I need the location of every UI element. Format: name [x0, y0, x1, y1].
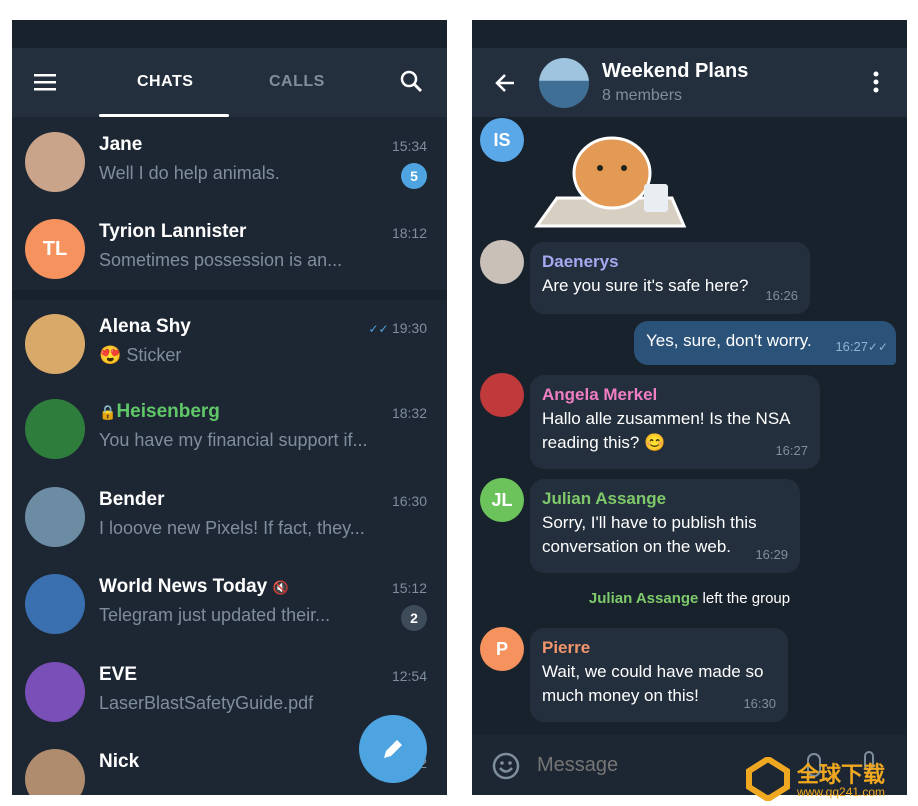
message-bubble[interactable]: Angela Merkel Hallo alle zusammen! Is th…	[530, 375, 820, 469]
avatar-angela-merkel[interactable]	[480, 373, 524, 417]
chat-name: EVE	[99, 664, 138, 685]
tab-chats[interactable]: CHATS	[137, 73, 193, 91]
chat-row[interactable]: Jane Well I do help animals. 15:34 5	[12, 118, 447, 205]
chat-preview: 😍 Sticker	[99, 345, 182, 365]
compose-button[interactable]	[359, 715, 427, 783]
chat-row[interactable]: World News Today 🔇 Telegram just updated …	[12, 560, 447, 647]
outgoing-message-bubble[interactable]: Yes, sure, don't worry. 16:27 ✓✓	[634, 321, 896, 365]
message-bubble[interactable]: Daenerys Are you sure it's safe here? 16…	[530, 242, 810, 314]
avatar-pierre[interactable]: P	[480, 627, 524, 671]
chat-time: 15:12	[391, 580, 427, 596]
chat-name: 🔒Heisenberg	[99, 401, 220, 422]
chat-row[interactable]: TL Tyrion Lannister Sometimes possession i…	[12, 205, 447, 292]
avatar	[25, 487, 85, 547]
tab-calls[interactable]: CALLS	[269, 73, 325, 91]
chat-preview: Well I do help animals.	[99, 163, 280, 183]
emoji-icon[interactable]	[492, 752, 520, 780]
watermark-logo: 全球下载 www.qq241.com	[745, 755, 915, 803]
back-arrow-icon[interactable]	[494, 72, 518, 94]
chat-header: Weekend Plans 8 members	[472, 48, 907, 117]
shiba-dog-sticker[interactable]	[532, 118, 687, 230]
chat-time: 18:12	[391, 225, 427, 241]
muted-icon: 🔇	[272, 580, 289, 595]
chat-time: 15:34	[391, 138, 427, 154]
avatar-daenerys[interactable]	[480, 240, 524, 284]
chat-preview: Telegram just updated their...	[99, 605, 331, 625]
member-count: 8 members	[602, 87, 683, 104]
avatar	[25, 399, 85, 459]
chat-name: Nick	[99, 751, 140, 772]
chat-time: 18:32	[391, 405, 427, 421]
chat-preview: I looove new Pixels! If fact, they...	[99, 518, 365, 538]
avatar	[25, 574, 85, 634]
group-avatar[interactable]	[539, 58, 589, 108]
chat-time: 16:30	[391, 493, 427, 509]
section-divider	[12, 290, 447, 300]
message-bubble[interactable]: Julian Assange Sorry, I'll have to publi…	[530, 479, 800, 573]
message-input[interactable]	[537, 749, 737, 781]
avatar	[25, 662, 85, 722]
active-tab-indicator	[99, 114, 229, 117]
avatar: TL	[25, 219, 85, 279]
hamburger-icon[interactable]	[34, 72, 58, 92]
avatar-is[interactable]: IS	[480, 118, 524, 162]
double-check-icon: ✓✓	[368, 322, 392, 336]
status-bar	[472, 20, 907, 48]
avatar	[25, 749, 85, 795]
avatar	[25, 132, 85, 192]
avatar-julian-assange[interactable]: JL	[480, 478, 524, 522]
chat-row[interactable]: 🔒Heisenberg You have my financial support…	[12, 385, 447, 472]
chats-screen: CHATS CALLS Jane Well I do help animals. 1…	[12, 20, 447, 795]
service-message: Julian Assange left the group	[588, 590, 791, 607]
top-bar: CHATS CALLS	[12, 48, 447, 117]
chat-name: Bender	[99, 489, 165, 510]
pencil-icon	[384, 740, 402, 758]
chat-preview: Sometimes possession is an...	[99, 250, 343, 270]
status-bar	[12, 20, 447, 48]
group-chat-screen: Weekend Plans 8 members IS Daenerys Are …	[472, 20, 907, 795]
chat-name: World News Today 🔇	[99, 576, 289, 597]
message-bubble[interactable]: Pierre Wait, we could have made so much …	[530, 628, 788, 722]
chat-name: Alena Shy	[99, 316, 191, 337]
group-title[interactable]: Weekend Plans	[602, 60, 748, 83]
more-options-icon[interactable]	[872, 70, 880, 94]
unread-badge: 2	[401, 605, 427, 631]
watermark-g-icon	[746, 757, 790, 801]
chat-name: Jane	[99, 134, 143, 155]
lock-icon: 🔒	[99, 404, 117, 420]
double-check-icon: ✓✓	[867, 340, 888, 354]
chat-preview: You have my financial support if...	[99, 430, 368, 450]
chat-time: 12:54	[391, 668, 427, 684]
chat-name: Tyrion Lannister	[99, 221, 247, 242]
search-icon[interactable]	[400, 70, 424, 94]
unread-badge: 5	[401, 163, 427, 189]
chat-time: ✓✓ 19:30	[368, 320, 428, 336]
chat-row[interactable]: Alena Shy 😍 Sticker ✓✓ 19:30	[12, 300, 447, 387]
chat-row[interactable]: Bender I looove new Pixels! If fact, they…	[12, 473, 447, 560]
avatar	[25, 314, 85, 374]
chat-preview: LaserBlastSafetyGuide.pdf	[99, 693, 314, 713]
